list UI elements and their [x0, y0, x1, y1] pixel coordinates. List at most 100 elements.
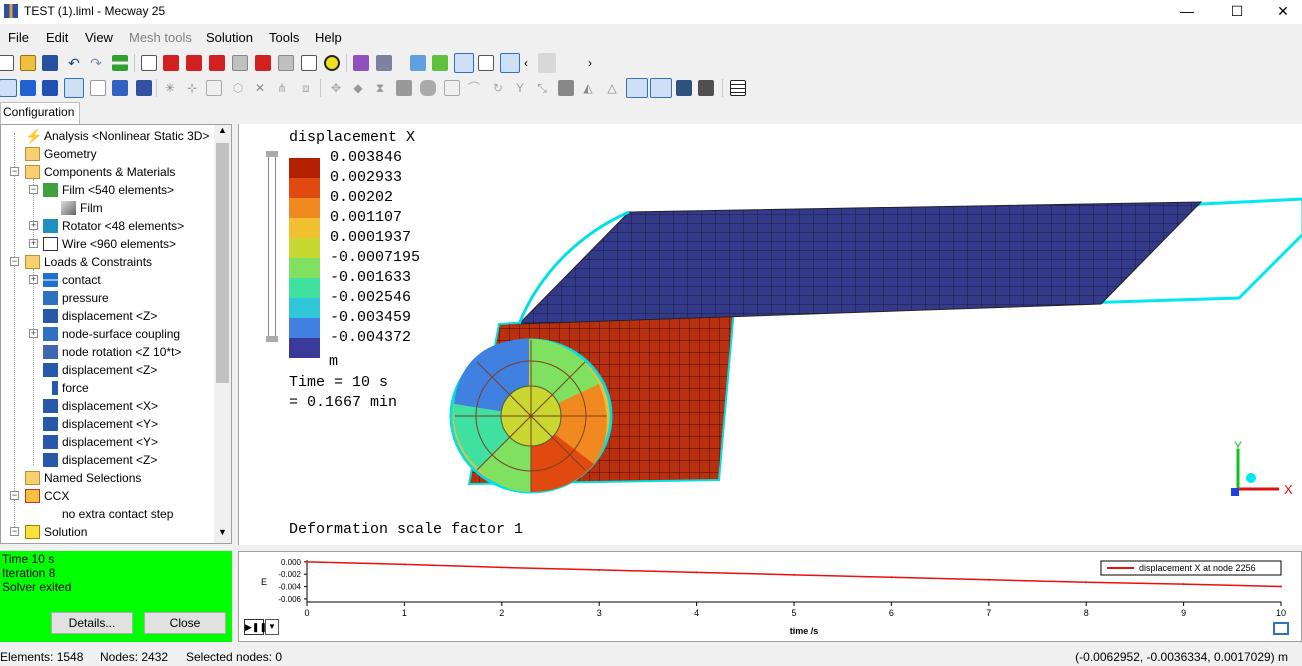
- hide-icon[interactable]: [136, 80, 152, 96]
- collapse-toggle[interactable]: −: [10, 527, 19, 536]
- x-tick-label: 10: [1276, 608, 1286, 618]
- plot-maximize-icon[interactable]: [1273, 622, 1289, 635]
- model-viewport[interactable]: displacement X 0.003846 0.002933 0.00202 0.…: [238, 124, 1302, 545]
- select-by-cursor-icon[interactable]: [90, 80, 106, 96]
- deform-view-icon[interactable]: [626, 78, 648, 98]
- scroll-right-icon[interactable]: ›: [588, 55, 604, 71]
- minimize-button[interactable]: —: [1164, 0, 1210, 24]
- zoom-fit-icon[interactable]: [301, 55, 317, 71]
- triangle-outline-icon[interactable]: △: [604, 80, 620, 96]
- triangle-filled-icon[interactable]: ◭: [580, 80, 596, 96]
- new-file-icon[interactable]: [0, 55, 14, 71]
- series-point: [598, 568, 601, 571]
- scroll-thumb[interactable]: [216, 143, 229, 383]
- select-chain-icon[interactable]: [112, 80, 128, 96]
- refine-icon[interactable]: ↻: [490, 80, 506, 96]
- playback-dropdown-icon[interactable]: ▼: [265, 619, 279, 635]
- solid-view-icon[interactable]: [454, 53, 474, 73]
- expand-toggle[interactable]: +: [29, 329, 38, 338]
- open-folder-icon[interactable]: [20, 55, 36, 71]
- animate-icon[interactable]: [676, 80, 692, 96]
- play-pause-button[interactable]: ▶❚❚: [244, 619, 267, 635]
- view-left-icon[interactable]: [209, 55, 225, 71]
- tree-scrollbar[interactable]: ▲ ▼: [214, 125, 231, 543]
- expand-toggle[interactable]: +: [29, 221, 38, 230]
- table-icon[interactable]: [730, 80, 746, 96]
- layer-icon[interactable]: [432, 55, 448, 71]
- mesh-view-icon[interactable]: [500, 53, 520, 73]
- revolve-icon[interactable]: ⧗: [372, 80, 388, 96]
- undo-icon[interactable]: ↶: [66, 55, 82, 71]
- wireframe-cube-icon[interactable]: [141, 55, 157, 71]
- toolbar-scrollbar[interactable]: [538, 53, 556, 73]
- split-icon[interactable]: Y: [512, 80, 528, 96]
- view-top-icon[interactable]: [255, 55, 271, 71]
- box-select-icon[interactable]: [206, 80, 222, 96]
- view-right-icon[interactable]: [232, 55, 248, 71]
- select-dropdown-icon[interactable]: [376, 55, 392, 71]
- collapse-toggle[interactable]: −: [29, 185, 38, 194]
- explode-icon[interactable]: ✳: [162, 80, 178, 96]
- series-point: [1182, 583, 1185, 586]
- mirror-icon[interactable]: ⧈: [298, 80, 314, 96]
- menu-file[interactable]: File: [8, 30, 29, 45]
- bin-icon[interactable]: [444, 80, 460, 96]
- scroll-down-icon[interactable]: ▼: [214, 527, 231, 543]
- details-button[interactable]: Details...: [51, 612, 133, 634]
- move-node-icon[interactable]: ⊹: [184, 80, 200, 96]
- extrude-icon[interactable]: ◆: [350, 80, 366, 96]
- menu-edit[interactable]: Edit: [46, 30, 68, 45]
- view-back-icon[interactable]: [186, 55, 202, 71]
- select-arrow-icon[interactable]: [0, 79, 17, 97]
- ccx-icon: [25, 489, 40, 503]
- menu-solution[interactable]: Solution: [206, 30, 253, 45]
- expand-toggle[interactable]: +: [29, 275, 38, 284]
- lightning-icon: ⚡: [25, 128, 43, 144]
- menu-view[interactable]: View: [85, 30, 113, 45]
- view-bottom-icon[interactable]: [278, 55, 294, 71]
- select-face-icon[interactable]: [42, 80, 58, 96]
- displacement-icon: [43, 453, 58, 467]
- scale-icon[interactable]: ⤡: [534, 80, 550, 96]
- menu-mesh-tools[interactable]: Mesh tools: [129, 30, 192, 45]
- solver-time: Time 10 s: [2, 552, 55, 566]
- delete-icon[interactable]: ✕: [252, 80, 268, 96]
- view-front-icon[interactable]: [163, 55, 179, 71]
- x-tick-label: 5: [791, 608, 796, 618]
- redo-icon[interactable]: ↷: [88, 55, 104, 71]
- displacement-icon: [43, 363, 58, 377]
- y-tick-label: -0.006: [278, 595, 301, 604]
- contour-view-icon[interactable]: [650, 78, 672, 98]
- close-window-button[interactable]: ✕: [1260, 0, 1302, 24]
- cube-outline-icon[interactable]: ⬡: [230, 80, 246, 96]
- surface-icon[interactable]: [410, 55, 426, 71]
- mecway-app-icon: [4, 4, 18, 18]
- arc-icon[interactable]: ⌒: [466, 80, 482, 96]
- select-node-icon[interactable]: [64, 78, 84, 98]
- film-icon[interactable]: [698, 80, 714, 96]
- maximize-button[interactable]: ☐: [1214, 0, 1260, 24]
- save-icon[interactable]: [42, 55, 58, 71]
- rotate-icon[interactable]: [324, 55, 340, 71]
- history-plot[interactable]: 0.000 -0.002 -0.004 -0.006 E 0 1 2 3 4 5 6 7 8 9 10 time…: [238, 551, 1302, 642]
- transparent-view-icon[interactable]: [478, 55, 494, 71]
- collapse-toggle[interactable]: −: [10, 167, 19, 176]
- select-element-icon[interactable]: [20, 80, 36, 96]
- menu-help[interactable]: Help: [315, 30, 342, 45]
- pattern-icon[interactable]: [558, 80, 574, 96]
- tab-configuration[interactable]: Configuration: [0, 102, 80, 124]
- collapse-toggle[interactable]: −: [10, 257, 19, 266]
- solve-icon[interactable]: [112, 55, 128, 71]
- series-point: [1280, 585, 1282, 588]
- menu-tools[interactable]: Tools: [269, 30, 299, 45]
- scroll-up-icon[interactable]: ▲: [214, 125, 231, 141]
- close-button[interactable]: Close: [144, 612, 226, 634]
- merge-nodes-icon[interactable]: ⋔: [274, 80, 290, 96]
- status-bar: Elements: 1548 Nodes: 2432 Selected node…: [0, 646, 1302, 666]
- round-icon[interactable]: [420, 80, 436, 96]
- expand-toggle[interactable]: +: [29, 239, 38, 248]
- paint-icon[interactable]: [353, 55, 369, 71]
- sweep-icon[interactable]: [396, 80, 412, 96]
- collapse-toggle[interactable]: −: [10, 491, 19, 500]
- translate-icon[interactable]: ✥: [328, 80, 344, 96]
